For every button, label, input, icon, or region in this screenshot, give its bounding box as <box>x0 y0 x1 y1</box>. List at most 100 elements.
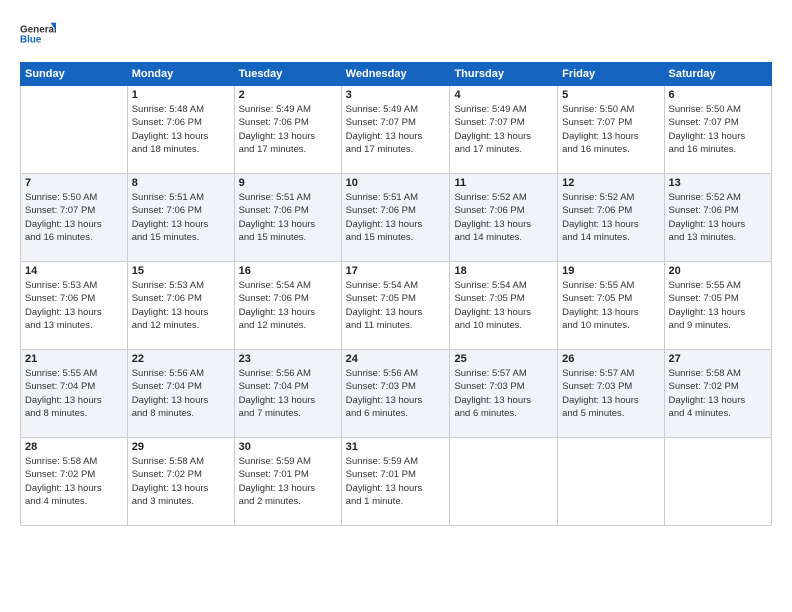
day-number: 8 <box>132 177 230 189</box>
calendar-cell: 19 Sunrise: 5:55 AMSunset: 7:05 PMDayligh… <box>558 262 664 350</box>
calendar-cell: 7 Sunrise: 5:50 AMSunset: 7:07 PMDaylight… <box>21 174 128 262</box>
day-number: 15 <box>132 265 230 277</box>
calendar-cell: 11 Sunrise: 5:52 AMSunset: 7:06 PMDayligh… <box>450 174 558 262</box>
day-number: 23 <box>239 353 337 365</box>
calendar-cell <box>450 438 558 526</box>
day-info: Sunrise: 5:49 AMSunset: 7:06 PMDaylight:… <box>239 103 337 156</box>
day-info: Sunrise: 5:58 AMSunset: 7:02 PMDaylight:… <box>669 367 767 420</box>
day-info: Sunrise: 5:54 AMSunset: 7:06 PMDaylight:… <box>239 279 337 332</box>
day-info: Sunrise: 5:56 AMSunset: 7:04 PMDaylight:… <box>132 367 230 420</box>
day-number: 19 <box>562 265 659 277</box>
calendar-cell: 23 Sunrise: 5:56 AMSunset: 7:04 PMDayligh… <box>234 350 341 438</box>
day-info: Sunrise: 5:53 AMSunset: 7:06 PMDaylight:… <box>132 279 230 332</box>
calendar-cell: 16 Sunrise: 5:54 AMSunset: 7:06 PMDayligh… <box>234 262 341 350</box>
calendar-cell <box>21 86 128 174</box>
day-info: Sunrise: 5:55 AMSunset: 7:04 PMDaylight:… <box>25 367 123 420</box>
day-info: Sunrise: 5:57 AMSunset: 7:03 PMDaylight:… <box>562 367 659 420</box>
day-number: 13 <box>669 177 767 189</box>
day-number: 14 <box>25 265 123 277</box>
day-number: 26 <box>562 353 659 365</box>
calendar-cell: 18 Sunrise: 5:54 AMSunset: 7:05 PMDayligh… <box>450 262 558 350</box>
day-number: 18 <box>454 265 553 277</box>
day-info: Sunrise: 5:59 AMSunset: 7:01 PMDaylight:… <box>239 455 337 508</box>
calendar-cell: 13 Sunrise: 5:52 AMSunset: 7:06 PMDayligh… <box>664 174 771 262</box>
day-number: 24 <box>346 353 446 365</box>
day-number: 10 <box>346 177 446 189</box>
day-info: Sunrise: 5:54 AMSunset: 7:05 PMDaylight:… <box>346 279 446 332</box>
calendar-cell: 2 Sunrise: 5:49 AMSunset: 7:06 PMDaylight… <box>234 86 341 174</box>
day-info: Sunrise: 5:52 AMSunset: 7:06 PMDaylight:… <box>562 191 659 244</box>
calendar-cell: 5Sunrise: 5:50 AMSunset: 7:07 PMDaylight… <box>558 86 664 174</box>
calendar-cell: 27 Sunrise: 5:58 AMSunset: 7:02 PMDayligh… <box>664 350 771 438</box>
day-info: Sunrise: 5:55 AMSunset: 7:05 PMDaylight:… <box>669 279 767 332</box>
calendar-week-row: 7 Sunrise: 5:50 AMSunset: 7:07 PMDaylight… <box>21 174 772 262</box>
calendar-cell: 28Sunrise: 5:58 AMSunset: 7:02 PMDayligh… <box>21 438 128 526</box>
calendar-week-row: 14 Sunrise: 5:53 AMSunset: 7:06 PMDayligh… <box>21 262 772 350</box>
day-info: Sunrise: 5:51 AMSunset: 7:06 PMDaylight:… <box>239 191 337 244</box>
calendar-cell: 25 Sunrise: 5:57 AMSunset: 7:03 PMDayligh… <box>450 350 558 438</box>
calendar-cell: 24 Sunrise: 5:56 AMSunset: 7:03 PMDayligh… <box>341 350 450 438</box>
day-number: 12 <box>562 177 659 189</box>
day-info: Sunrise: 5:57 AMSunset: 7:03 PMDaylight:… <box>454 367 553 420</box>
day-number: 21 <box>25 353 123 365</box>
day-number: 9 <box>239 177 337 189</box>
day-info: Sunrise: 5:50 AMSunset: 7:07 PMDaylight:… <box>25 191 123 244</box>
calendar-cell: 15 Sunrise: 5:53 AMSunset: 7:06 PMDayligh… <box>127 262 234 350</box>
day-info: Sunrise: 5:52 AMSunset: 7:06 PMDaylight:… <box>454 191 553 244</box>
day-info: Sunrise: 5:54 AMSunset: 7:05 PMDaylight:… <box>454 279 553 332</box>
day-number: 3 <box>346 89 446 101</box>
header-thursday: Thursday <box>450 63 558 86</box>
day-info: Sunrise: 5:51 AMSunset: 7:06 PMDaylight:… <box>132 191 230 244</box>
calendar-cell <box>664 438 771 526</box>
calendar-cell: 14Sunrise: 5:53 AMSunset: 7:06 PMDayligh… <box>21 262 128 350</box>
day-info: Sunrise: 5:51 AMSunset: 7:06 PMDaylight:… <box>346 191 446 244</box>
header-wednesday: Wednesday <box>341 63 450 86</box>
svg-text:General: General <box>20 25 56 36</box>
day-number: 30 <box>239 441 337 453</box>
logo: General Blue <box>20 16 56 52</box>
day-number: 1 <box>132 89 230 101</box>
day-number: 16 <box>239 265 337 277</box>
calendar-cell: 1Sunrise: 5:48 AMSunset: 7:06 PMDaylight… <box>127 86 234 174</box>
calendar-cell: 21 Sunrise: 5:55 AMSunset: 7:04 PMDayligh… <box>21 350 128 438</box>
day-info: Sunrise: 5:58 AMSunset: 7:02 PMDaylight:… <box>25 455 123 508</box>
day-info: Sunrise: 5:59 AMSunset: 7:01 PMDaylight:… <box>346 455 446 508</box>
day-info: Sunrise: 5:52 AMSunset: 7:06 PMDaylight:… <box>669 191 767 244</box>
calendar-week-row: 1Sunrise: 5:48 AMSunset: 7:06 PMDaylight… <box>21 86 772 174</box>
day-number: 20 <box>669 265 767 277</box>
calendar-cell: 29Sunrise: 5:58 AMSunset: 7:02 PMDayligh… <box>127 438 234 526</box>
day-number: 11 <box>454 177 553 189</box>
header-friday: Friday <box>558 63 664 86</box>
day-info: Sunrise: 5:56 AMSunset: 7:03 PMDaylight:… <box>346 367 446 420</box>
logo-svg: General Blue <box>20 16 56 52</box>
calendar-cell: 3 Sunrise: 5:49 AMSunset: 7:07 PMDaylight… <box>341 86 450 174</box>
day-number: 29 <box>132 441 230 453</box>
header-tuesday: Tuesday <box>234 63 341 86</box>
calendar-cell: 30 Sunrise: 5:59 AMSunset: 7:01 PMDayligh… <box>234 438 341 526</box>
calendar-cell: 9 Sunrise: 5:51 AMSunset: 7:06 PMDaylight… <box>234 174 341 262</box>
calendar-week-row: 21 Sunrise: 5:55 AMSunset: 7:04 PMDayligh… <box>21 350 772 438</box>
calendar-header-row: SundayMondayTuesdayWednesdayThursdayFrid… <box>21 63 772 86</box>
day-number: 22 <box>132 353 230 365</box>
day-number: 2 <box>239 89 337 101</box>
calendar-cell: 6Sunrise: 5:50 AMSunset: 7:07 PMDaylight… <box>664 86 771 174</box>
calendar-cell: 20 Sunrise: 5:55 AMSunset: 7:05 PMDayligh… <box>664 262 771 350</box>
day-number: 4 <box>454 89 553 101</box>
day-number: 25 <box>454 353 553 365</box>
calendar-cell: 4 Sunrise: 5:49 AMSunset: 7:07 PMDaylight… <box>450 86 558 174</box>
day-info: Sunrise: 5:56 AMSunset: 7:04 PMDaylight:… <box>239 367 337 420</box>
day-number: 31 <box>346 441 446 453</box>
calendar-cell: 17Sunrise: 5:54 AMSunset: 7:05 PMDayligh… <box>341 262 450 350</box>
header-sunday: Sunday <box>21 63 128 86</box>
day-info: Sunrise: 5:49 AMSunset: 7:07 PMDaylight:… <box>346 103 446 156</box>
day-info: Sunrise: 5:49 AMSunset: 7:07 PMDaylight:… <box>454 103 553 156</box>
day-number: 27 <box>669 353 767 365</box>
calendar-cell <box>558 438 664 526</box>
calendar: SundayMondayTuesdayWednesdayThursdayFrid… <box>20 62 772 526</box>
day-info: Sunrise: 5:50 AMSunset: 7:07 PMDaylight:… <box>669 103 767 156</box>
header-saturday: Saturday <box>664 63 771 86</box>
day-info: Sunrise: 5:55 AMSunset: 7:05 PMDaylight:… <box>562 279 659 332</box>
calendar-cell: 22 Sunrise: 5:56 AMSunset: 7:04 PMDayligh… <box>127 350 234 438</box>
day-number: 7 <box>25 177 123 189</box>
calendar-week-row: 28Sunrise: 5:58 AMSunset: 7:02 PMDayligh… <box>21 438 772 526</box>
